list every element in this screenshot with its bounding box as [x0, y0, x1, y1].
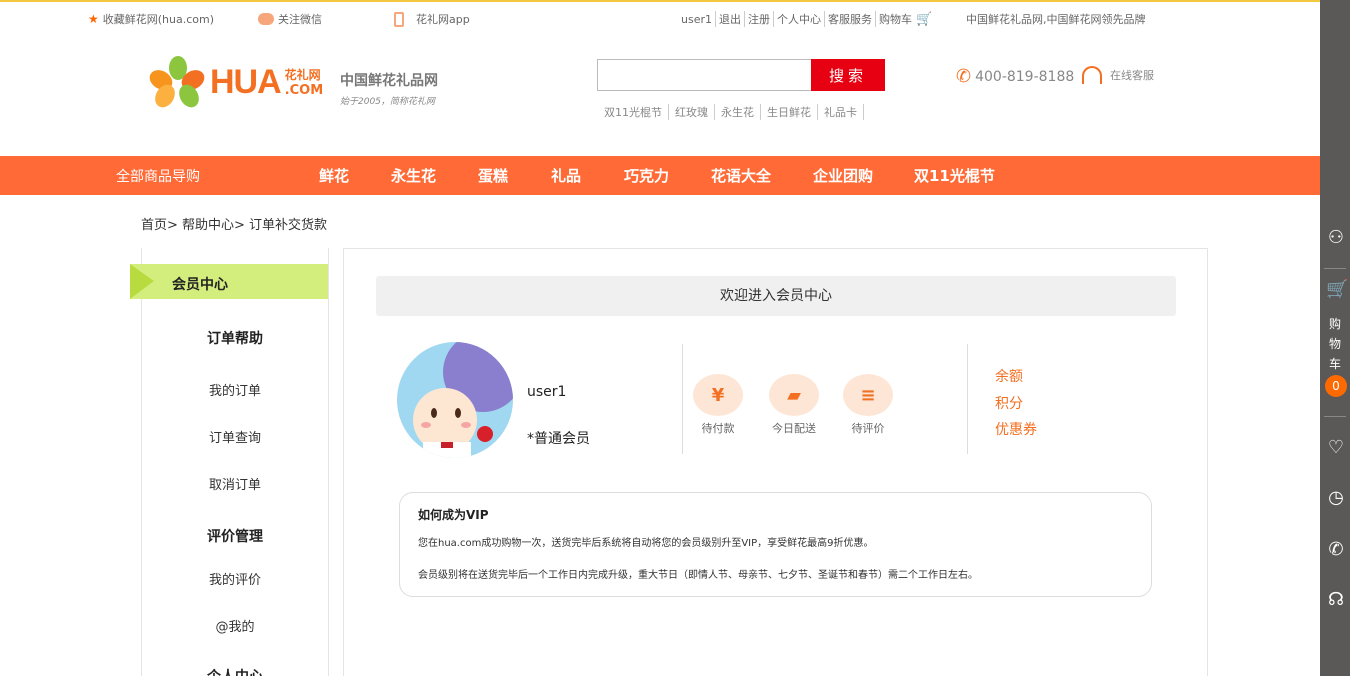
flower-logo-icon [146, 56, 208, 111]
pending-payment-icon[interactable]: ¥ [693, 374, 743, 416]
star-icon: ★ [88, 12, 99, 26]
slogan: 中国鲜花礼品网,中国鲜花网领先品牌 [966, 13, 1146, 26]
delivery-truck-icon[interactable]: ▰ [769, 374, 819, 416]
review-document-icon[interactable]: ≡ [843, 374, 893, 416]
logo-cn: 花礼网 [284, 68, 321, 82]
rose-icon [477, 426, 493, 442]
sidebar-item-order-query[interactable]: 订单查询 [141, 427, 329, 446]
welcome-banner: 欢迎进入会员中心 [376, 276, 1176, 316]
logo-com: .COM [284, 83, 324, 98]
mobile-icon [394, 11, 404, 27]
hotword-link[interactable]: 永生花 [715, 104, 761, 120]
cart-icon[interactable]: 🛒 [1326, 280, 1348, 300]
nav-item[interactable]: 企业团购 [813, 165, 873, 186]
right-toolbar: ⚇ 🛒 购物车 0 ♡ ◷ ✆ ☊ [1320, 0, 1350, 676]
today-delivery-label: 今日配送 [772, 422, 816, 435]
hotword-link[interactable]: 双11光棍节 [604, 104, 669, 120]
main-nav: 全部商品导购 鲜花 永生花 蛋糕 礼品 巧克力 花语大全 企业团购 双11光棍节 [0, 156, 1320, 195]
pending-review-label: 待评价 [851, 422, 885, 435]
vip-paragraph: 会员级别将在送货完毕后一个工作日内完成升级，重大节日（即情人节、母亲节、七夕节、… [418, 570, 978, 581]
cart-link[interactable]: 购物车 🛒 [875, 11, 935, 27]
member-level: *普通会员 [527, 431, 590, 447]
phone-icon[interactable]: ✆ [1326, 540, 1346, 560]
wechat-link[interactable]: 关注微信 [258, 11, 322, 27]
all-categories[interactable]: 全部商品导购 [116, 166, 200, 186]
divider [682, 344, 683, 454]
phone-icon: ✆ [956, 66, 972, 87]
headset-icon[interactable]: ☊ [1326, 590, 1346, 610]
vip-title: 如何成为VIP [418, 508, 489, 522]
sidebar-section-title: 订单帮助 [207, 331, 263, 347]
sidebar [141, 248, 329, 676]
cart-icon: 🛒 [912, 12, 933, 27]
nav-item[interactable]: 礼品 [551, 165, 581, 186]
avatar[interactable] [397, 342, 513, 458]
user-icon[interactable]: ⚇ [1326, 228, 1346, 248]
site-logo[interactable]: HUA 花礼网 .COM [146, 56, 324, 111]
tagline: 中国鲜花礼品网 始于2005，简称花礼网 [340, 73, 438, 107]
sidebar-head[interactable]: 会员中心 [130, 264, 328, 299]
points-link[interactable]: 积分 [995, 393, 1023, 413]
divider [967, 344, 968, 454]
hotline: ✆ 400-819-8188 [956, 66, 1075, 87]
breadcrumb: 首页> 帮助中心> 订单补交货款 [141, 218, 328, 233]
cart-count-badge: 0 [1325, 375, 1347, 397]
username: user1 [527, 384, 567, 400]
hotword-link[interactable]: 红玫瑰 [669, 104, 715, 120]
sidebar-section-title: 个人中心 [141, 666, 329, 676]
wechat-icon [258, 13, 274, 25]
vip-paragraph: 您在hua.com成功购物一次，送货完毕后系统将自动将您的会员级别升至VIP，享… [418, 538, 874, 549]
user-link[interactable]: user1 [678, 13, 715, 26]
search-input[interactable] [597, 59, 811, 91]
balance-link[interactable]: 余额 [995, 366, 1023, 386]
pending-payment-label: 待付款 [701, 422, 735, 435]
online-service-link[interactable]: 在线客服 [1082, 66, 1154, 84]
sidebar-item-mentions[interactable]: @我的 [141, 616, 329, 635]
bookmark-link[interactable]: ★ 收藏鲜花网(hua.com) [88, 11, 214, 27]
customer-service-link[interactable]: 客服服务 [824, 11, 875, 27]
heart-icon[interactable]: ♡ [1326, 438, 1346, 458]
sidebar-section-title: 评价管理 [207, 529, 263, 545]
sidebar-item-my-orders[interactable]: 我的订单 [141, 380, 329, 399]
register-link[interactable]: 注册 [744, 11, 773, 27]
hot-search-words: 双11光棍节 红玫瑰 永生花 生日鲜花 礼品卡 [604, 104, 864, 120]
nav-item[interactable]: 永生花 [391, 165, 436, 186]
nav-item[interactable]: 鲜花 [319, 165, 349, 186]
nav-item[interactable]: 蛋糕 [478, 165, 508, 186]
coupons-link[interactable]: 优惠券 [995, 419, 1037, 439]
hotword-link[interactable]: 生日鲜花 [761, 104, 818, 120]
hotword-link[interactable]: 礼品卡 [818, 104, 864, 120]
history-icon[interactable]: ◷ [1326, 488, 1346, 508]
logout-link[interactable]: 退出 [715, 11, 744, 27]
account-links: user1 退出 注册 个人中心 客服服务 购物车 🛒 [678, 11, 935, 27]
personal-center-link[interactable]: 个人中心 [773, 11, 824, 27]
nav-item[interactable]: 花语大全 [711, 165, 771, 186]
app-link[interactable]: 花礼网app [394, 11, 470, 27]
nav-item[interactable]: 双11光棍节 [914, 165, 995, 186]
headset-icon [1082, 66, 1102, 84]
cart-label[interactable]: 购物车 [1328, 314, 1342, 374]
logo-text: HUA [210, 62, 282, 101]
search-button[interactable]: 搜索 [811, 59, 885, 91]
sidebar-item-my-reviews[interactable]: 我的评价 [141, 569, 329, 588]
sidebar-item-cancel-order[interactable]: 取消订单 [141, 474, 329, 493]
top-bar: ★ 收藏鲜花网(hua.com) 关注微信 花礼网app user1 退出 注册… [0, 0, 1320, 36]
nav-item[interactable]: 巧克力 [624, 165, 669, 186]
